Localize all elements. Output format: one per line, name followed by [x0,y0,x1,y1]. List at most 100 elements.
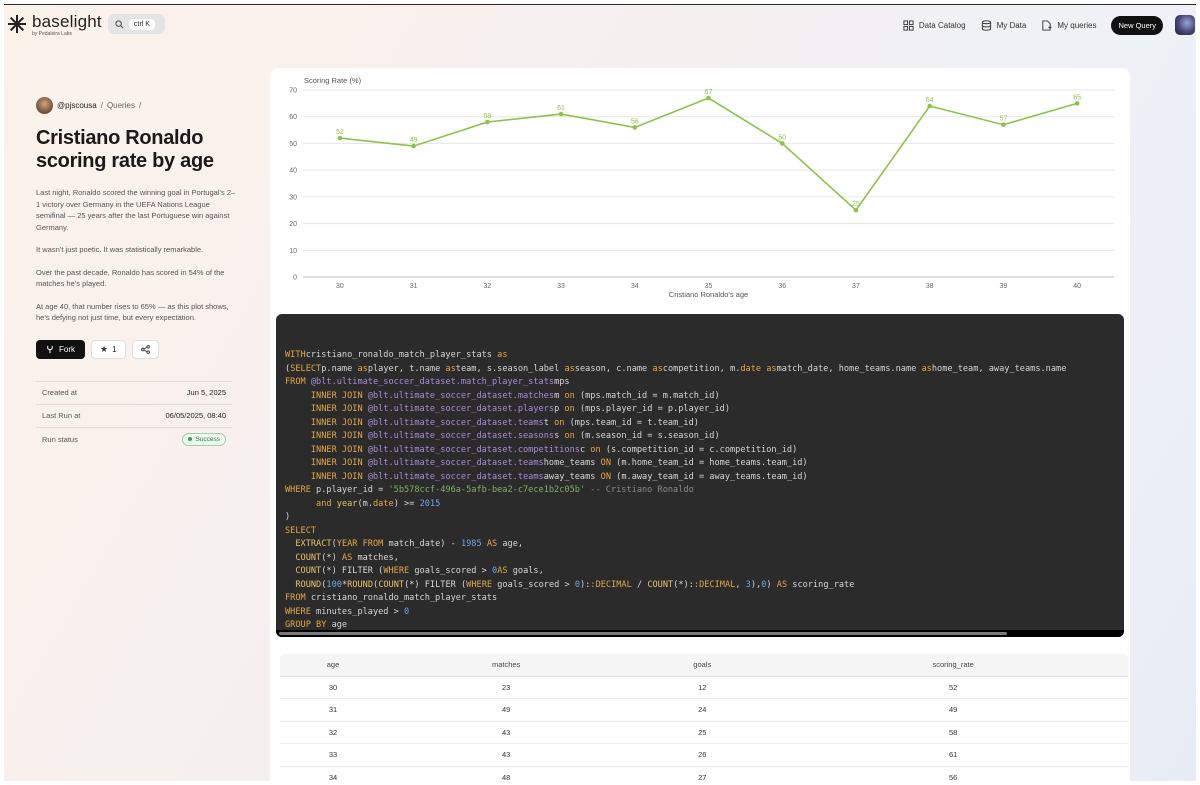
table-cell: 49 [778,698,1128,722]
code-line: WHERE minutes_played > 0 [285,606,410,617]
brand-logo[interactable]: baselight by Pedaleira Labs [8,13,102,37]
x-tick-label: 31 [410,283,418,290]
fork-label: Fork [59,344,75,354]
author-avatar[interactable] [36,97,53,114]
database-icon [981,19,991,31]
column-header[interactable]: age [280,654,387,677]
created-at-label: Created at [42,388,78,397]
description-paragraph: Over the past decade, Ronaldo has scored… [36,267,225,289]
table-row: 30 23 12 52 [280,676,1128,699]
data-label: 57 [1000,116,1008,123]
data-label: 56 [631,118,639,125]
data-label: 58 [483,113,491,120]
column-header[interactable]: matches [386,654,627,677]
nav-my-data-label: My Data [996,20,1027,30]
file-plus-icon [1042,19,1052,31]
code-line: INNER JOIN @blt.ultimate_soccer_dataset.… [310,471,808,482]
y-tick-label: 60 [289,114,297,121]
created-at-row: Created at Jun 5, 2025 [36,382,232,405]
series-line [339,97,1078,212]
description-paragraph: At age 40, that number rises to 65% — as… [36,301,229,323]
table-cell: 24 [626,698,779,722]
status-badge: Success [182,432,226,446]
code-line: EXTRACT(YEAR FROM match_date) - 1985 AS … [295,539,524,549]
code-line: INNER JOIN @blt.ultimate_soccer_dataset.… [310,390,720,401]
table-row: 33 43 26 61 [280,743,1128,767]
code-line: WITHcristiano_ronaldo_match_player_stats… [285,350,508,360]
table-cell: 30 [280,676,387,699]
page-title: Cristiano Ronaldo scoring rate by age [36,127,214,172]
code-line: COUNT(*) AS matches, [295,552,399,563]
last-run-row: Last Run at 06/05/2025, 08:40 [36,405,232,428]
data-point [1074,101,1080,106]
y-axis-title: Scoring Rate (%) [304,76,362,85]
data-label: 67 [705,89,713,96]
nav-data-catalog[interactable]: Data Catalog [903,19,966,31]
scrollbar-thumb[interactable] [279,632,1007,635]
data-label: 49 [410,137,418,144]
table-cell: 49 [386,698,627,722]
code-line: ROUND(100*ROUND(COUNT(*) FILTER (WHERE g… [295,579,855,590]
query-actions: Fork ★ 1 [36,339,236,359]
code-line: (SELECTp.name asplayer, t.name asteam, s… [285,363,1067,374]
brand-subtitle: by Pedaleira Labs [32,31,73,37]
table-cell: 34 [280,766,387,781]
data-point [706,95,711,101]
status-badge-text: Success [195,435,220,443]
run-status-label: Run status [42,434,78,444]
x-tick-label: 34 [631,283,639,290]
breadcrumb-queries[interactable]: Queries [107,101,135,110]
table-cell: 23 [386,676,627,699]
code-line: WHERE p.player_id = '5b578ccf-496a-5afb-… [285,485,694,495]
table-cell: 33 [280,743,387,767]
breadcrumb-user[interactable]: @pjscousa [57,101,97,110]
nav-my-queries[interactable]: My queries [1041,19,1096,31]
data-point [1001,122,1006,128]
column-header[interactable]: goals [626,654,779,677]
table-cell: 32 [280,721,387,744]
table-row: 31 49 24 49 [280,698,1128,722]
x-tick-label: 37 [852,283,860,290]
code-line: COUNT(*) FILTER (WHERE goals_scored > 0A… [295,566,544,576]
table-cell: 43 [386,743,627,767]
code-line: SELECT [285,525,317,536]
star-icon: ★ [100,343,109,354]
data-point [779,141,785,146]
y-tick-label: 0 [293,275,297,282]
data-label: 61 [557,105,565,112]
code-line: INNER JOIN @blt.ultimate_soccer_dataset.… [310,431,720,441]
query-description: Last night, Ronaldo scored the winning g… [36,187,236,324]
data-label: 50 [778,134,786,141]
query-info-panel: @pjscousa / Queries / Cristiano Ronaldo … [36,97,236,451]
data-point [558,111,564,117]
y-tick-label: 20 [289,221,297,228]
table-cell: 61 [778,743,1128,767]
table-cell: 26 [626,743,779,767]
table-cell: 27 [626,766,779,781]
new-query-button[interactable]: New Query [1111,15,1163,35]
user-avatar[interactable] [1175,15,1195,35]
sql-editor[interactable]: WITHcristiano_ronaldo_match_player_stats… [276,314,1124,637]
x-tick-label: 39 [1000,283,1008,290]
table-header-row: age matches goals scoring_rate [280,654,1128,677]
breadcrumb-separator: / [138,101,142,110]
fork-button[interactable]: Fork [36,339,85,359]
table-row: 32 43 25 58 [280,721,1128,744]
horizontal-scrollbar[interactable] [276,630,1124,637]
code-line: FROM @blt.ultimate_soccer_dataset.match_… [285,377,570,387]
column-header[interactable]: scoring_rate [778,654,1128,677]
status-dot-icon [188,437,193,441]
results-table: age matches goals scoring_rate 30 23 12 52 31 49… [280,654,1128,781]
data-point [485,119,490,125]
nav-my-data[interactable]: My Data [981,19,1027,31]
share-button[interactable] [131,339,159,359]
x-tick-label: 36 [778,283,786,290]
search-button[interactable]: ctrl K [108,14,165,34]
nav-data-catalog-label: Data Catalog [918,20,966,30]
data-label: 25 [852,201,860,208]
star-button[interactable]: ★ 1 [91,339,126,359]
table-cell: 58 [778,721,1128,744]
breadcrumb-separator: / [100,101,103,110]
data-label: 52 [336,129,344,136]
data-point [411,143,416,149]
